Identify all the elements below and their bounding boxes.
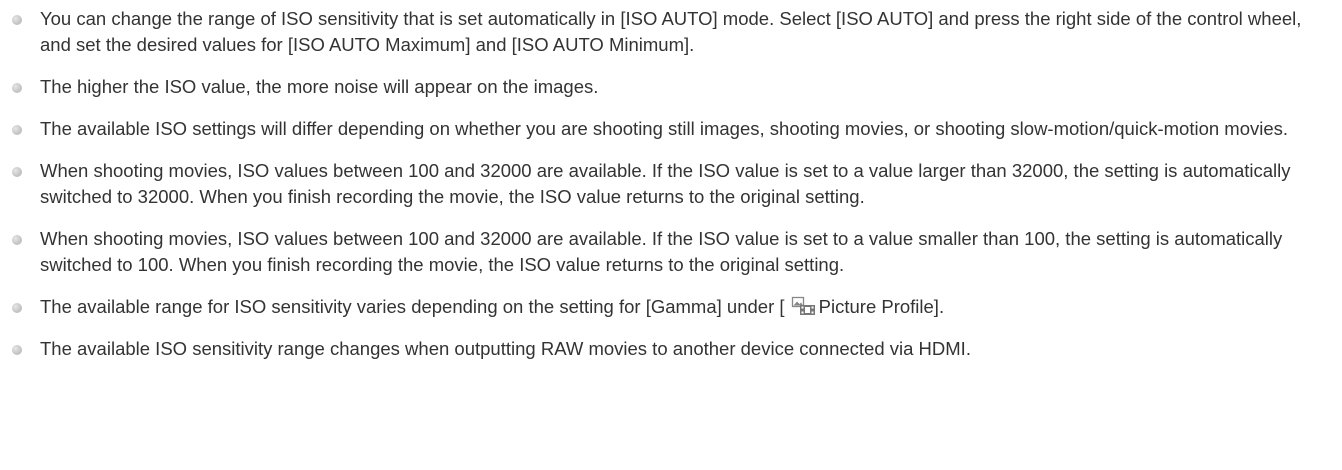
bullet-icon xyxy=(12,15,22,25)
note-item: The available ISO settings will differ d… xyxy=(0,116,1342,142)
note-item: When shooting movies, ISO values between… xyxy=(0,226,1342,278)
notes-list: You can change the range of ISO sensitiv… xyxy=(0,0,1342,362)
note-text: The available ISO settings will differ d… xyxy=(40,118,1289,139)
note-item: You can change the range of ISO sensitiv… xyxy=(0,0,1342,58)
note-item: When shooting movies, ISO values between… xyxy=(0,158,1342,210)
note-item: The available ISO sensitivity range chan… xyxy=(0,336,1342,362)
bullet-icon xyxy=(12,345,22,355)
bullet-icon xyxy=(12,303,22,313)
bullet-icon xyxy=(12,125,22,135)
note-item: The available range for ISO sensitivity … xyxy=(0,294,1342,320)
note-item: The higher the ISO value, the more noise… xyxy=(0,74,1342,100)
movie-picture-profile-icon xyxy=(791,296,817,316)
bullet-icon xyxy=(12,83,22,93)
bullet-icon xyxy=(12,235,22,245)
bullet-icon xyxy=(12,167,22,177)
note-text: When shooting movies, ISO values between… xyxy=(40,228,1283,275)
note-text: You can change the range of ISO sensitiv… xyxy=(40,8,1302,55)
note-text: When shooting movies, ISO values between… xyxy=(40,160,1291,207)
note-text-before: The available range for ISO sensitivity … xyxy=(40,296,790,317)
note-text-after: Picture Profile]. xyxy=(818,296,945,317)
note-text: The available ISO sensitivity range chan… xyxy=(40,338,971,359)
note-text: The higher the ISO value, the more noise… xyxy=(40,76,599,97)
